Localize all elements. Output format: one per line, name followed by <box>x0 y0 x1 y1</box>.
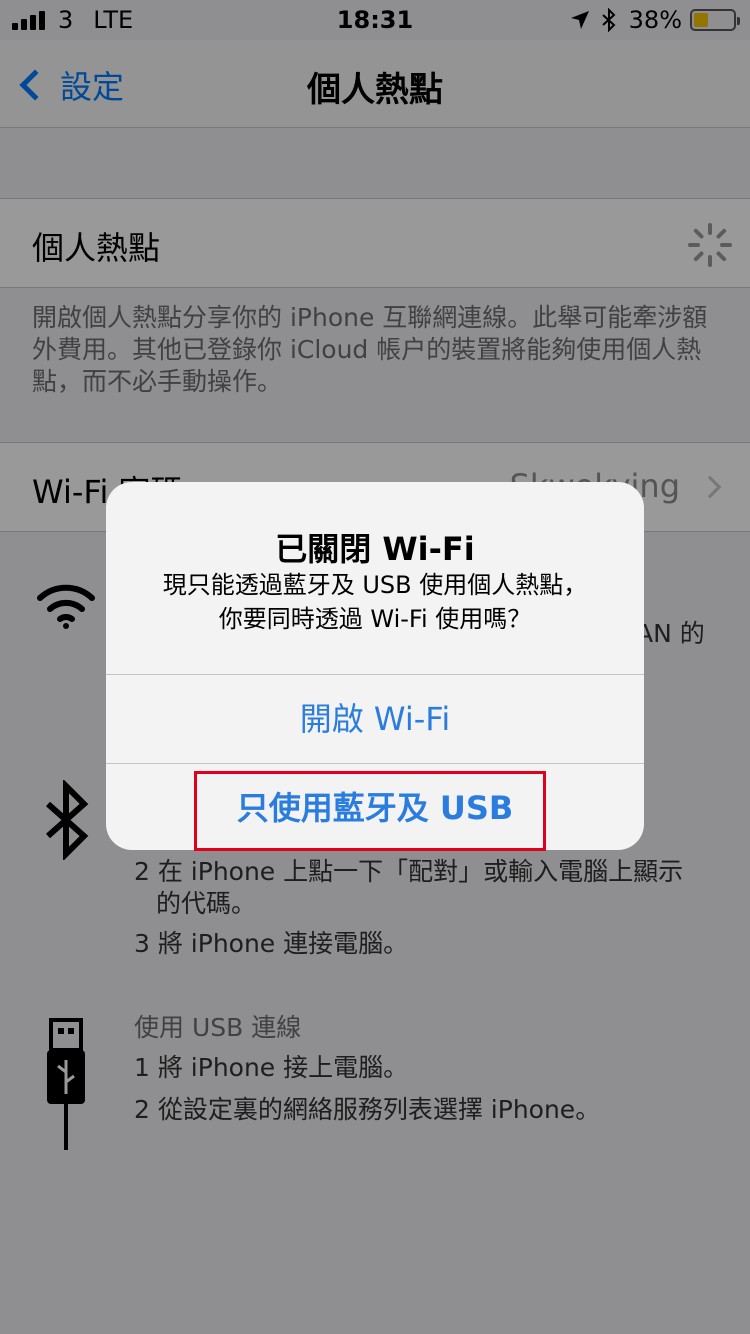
alert-message-line1: 現只能透過藍牙及 USB 使用個人熱點， <box>162 571 588 599</box>
highlight-annotation-box <box>194 771 546 851</box>
turn-on-wifi-button[interactable]: 開啟 Wi-Fi <box>106 675 644 763</box>
alert-title: 已關閉 Wi-Fi <box>275 530 475 568</box>
alert-message: 現只能透過藍牙及 USB 使用個人熱點， 你要同時透過 Wi-Fi 使用嗎？ <box>126 568 624 636</box>
alert-message-line2: 你要同時透過 Wi-Fi 使用嗎？ <box>218 605 532 633</box>
